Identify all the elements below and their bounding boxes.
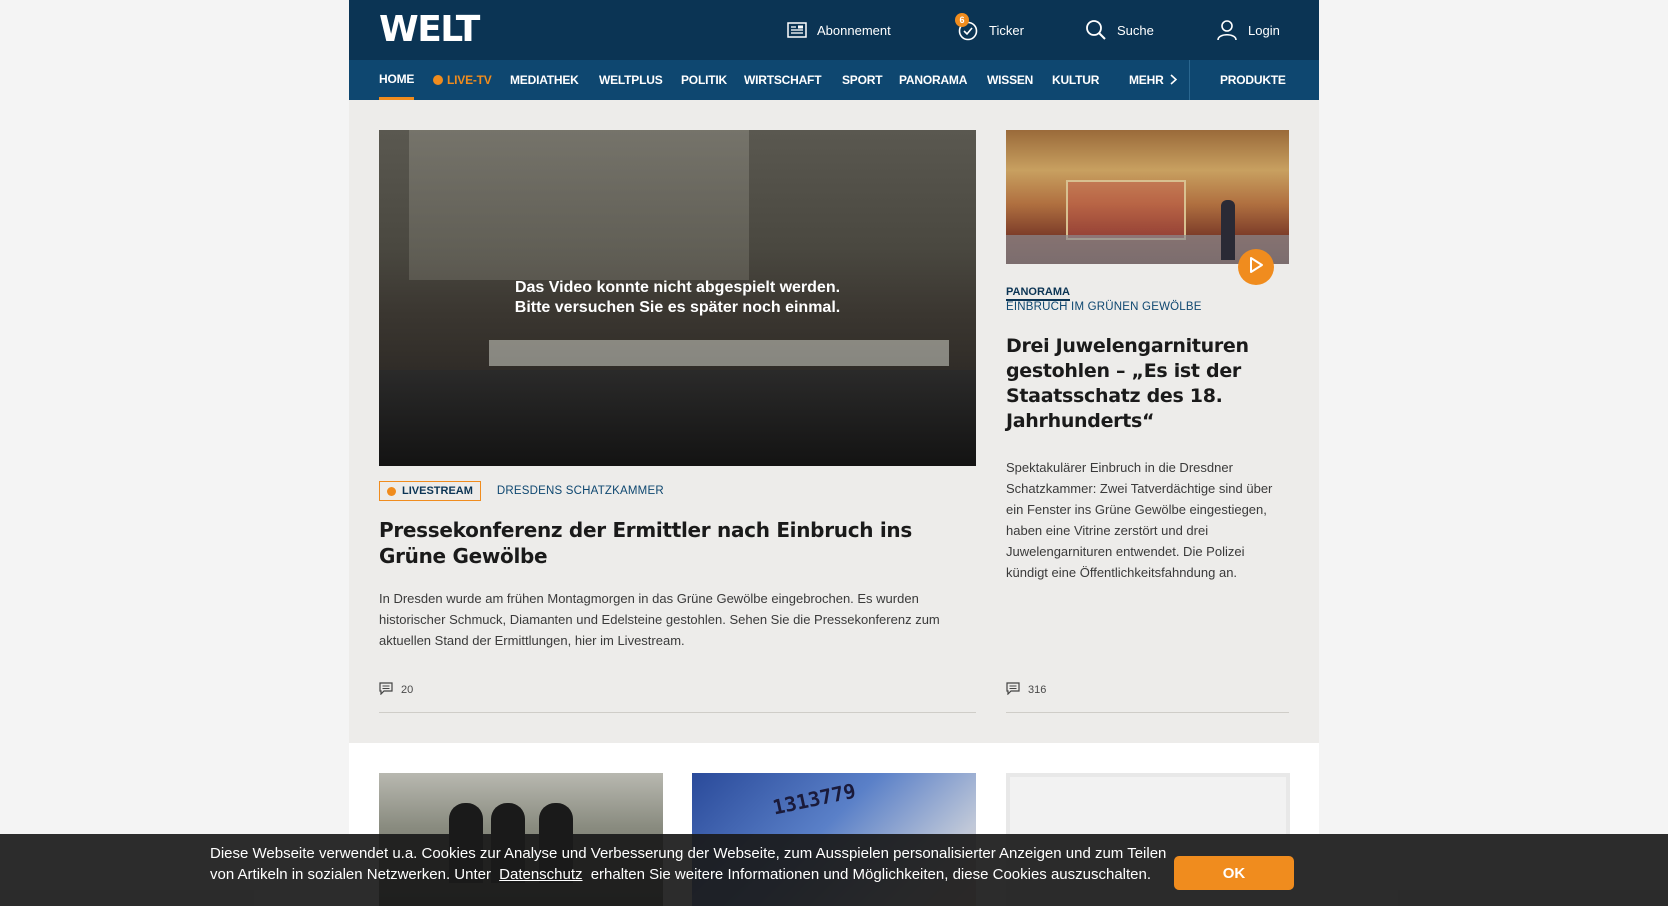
nav-kultur[interactable]: KULTUR <box>1052 60 1099 100</box>
nav-divider <box>1189 60 1190 100</box>
nav-politik[interactable]: POLITIK <box>681 60 727 100</box>
play-button[interactable] <box>1238 249 1274 285</box>
ticker-count-badge: 6 <box>955 13 969 27</box>
subscription-label: Abonnement <box>817 22 891 38</box>
search-link[interactable]: Suche <box>1085 18 1154 42</box>
page: WELT Abonnement 6 Ticker Suche Login HOM… <box>349 0 1319 906</box>
side-story-comment-count: 316 <box>1028 684 1047 696</box>
main-story-comments[interactable]: 20 <box>379 682 413 698</box>
image-person <box>1221 200 1235 260</box>
nav-mediathek[interactable]: MEDIATHEK <box>510 60 579 100</box>
image-document-number: 1313779 <box>770 778 858 820</box>
welt-logo[interactable]: WELT <box>379 12 480 48</box>
cookie-ok-button[interactable]: OK <box>1174 856 1294 890</box>
clock-check-icon: 6 <box>955 13 979 41</box>
search-label: Suche <box>1117 22 1154 38</box>
top-header: WELT Abonnement 6 Ticker Suche Login <box>349 0 1319 60</box>
hero-section: Das Video konnte nicht abgespielt werden… <box>349 100 1319 743</box>
nav-weltplus[interactable]: WELTPLUS <box>599 60 663 100</box>
live-dot-icon <box>387 486 396 496</box>
video-error-message: Das Video konnte nicht abgespielt werden… <box>379 278 976 318</box>
ticker-link[interactable]: 6 Ticker <box>955 13 1024 42</box>
nav-produkte[interactable]: PRODUKTE <box>1220 60 1286 100</box>
main-navigation: HOME LIVE-TV MEDIATHEK WELTPLUS POLITIK … <box>349 60 1319 100</box>
subscription-link[interactable]: Abonnement <box>787 18 891 42</box>
main-story-tags: LIVESTREAM DRESDENS SCHATZKAMMER <box>379 481 664 501</box>
side-story-headline[interactable]: Drei Juwelengarnituren gestohlen – „Es i… <box>1006 334 1289 434</box>
newspaper-icon <box>787 22 807 38</box>
main-story-divider <box>379 712 976 713</box>
video-error-line-1: Das Video konnte nicht abgespielt werden… <box>514 279 841 296</box>
cookie-banner: Diese Webseite verwendet u.a. Cookies zu… <box>0 834 1668 906</box>
side-story-teaser: Spektakulärer Einbruch in die Dresdner S… <box>1006 460 1273 580</box>
privacy-link[interactable]: Datenschutz <box>499 866 582 883</box>
image-vitrine <box>1066 180 1186 240</box>
main-story-headline[interactable]: Pressekonferenz der Ermittler nach Einbr… <box>379 517 976 569</box>
video-player[interactable]: Das Video konnte nicht abgespielt werden… <box>379 130 976 466</box>
side-story-kicker[interactable]: EINBRUCH IM GRÜNEN GEWÖLBE <box>1006 301 1202 313</box>
video-still-table <box>489 340 949 366</box>
nav-mehr-label: MEHR <box>1129 73 1164 87</box>
live-dot-icon <box>433 75 443 85</box>
cookie-text-after: erhalten Sie weitere Informationen und M… <box>590 866 1152 883</box>
side-story-image[interactable] <box>1006 130 1289 264</box>
login-link[interactable]: Login <box>1216 18 1280 42</box>
cookie-text: Diese Webseite verwendet u.a. Cookies zu… <box>210 843 1170 885</box>
video-still-audience <box>379 370 976 466</box>
main-story-comment-count: 20 <box>401 684 414 696</box>
livestream-badge[interactable]: LIVESTREAM <box>379 481 481 501</box>
ticker-label: Ticker <box>989 22 1024 38</box>
nav-mehr[interactable]: MEHR <box>1129 60 1177 100</box>
nav-wissen[interactable]: WISSEN <box>987 60 1033 100</box>
comment-icon <box>1006 682 1020 698</box>
side-story-section-label: PANORAMA <box>1006 286 1070 301</box>
livestream-label: LIVESTREAM <box>402 485 473 497</box>
nav-live-tv-label: LIVE-TV <box>447 73 492 87</box>
video-error-line-2: Bitte versuchen Sie es später noch einma… <box>514 299 841 316</box>
nav-panorama[interactable]: PANORAMA <box>899 60 967 100</box>
nav-live-tv[interactable]: LIVE-TV <box>433 60 492 100</box>
chevron-right-icon <box>1170 61 1177 101</box>
search-icon <box>1085 19 1107 41</box>
user-icon <box>1216 19 1238 41</box>
nav-home[interactable]: HOME <box>379 60 414 100</box>
main-story-teaser: In Dresden wurde am frühen Montagmorgen … <box>379 591 940 648</box>
side-story-section[interactable]: PANORAMA <box>1006 282 1070 301</box>
login-label: Login <box>1248 22 1280 38</box>
nav-wirtschaft[interactable]: WIRTSCHAFT <box>744 60 822 100</box>
side-story-comments[interactable]: 316 <box>1006 682 1046 698</box>
comment-icon <box>379 682 393 698</box>
nav-sport[interactable]: SPORT <box>842 60 883 100</box>
play-icon <box>1248 256 1264 279</box>
side-story-divider <box>1006 712 1289 713</box>
video-still-screen <box>409 130 749 280</box>
main-story-kicker[interactable]: DRESDENS SCHATZKAMMER <box>497 485 664 497</box>
